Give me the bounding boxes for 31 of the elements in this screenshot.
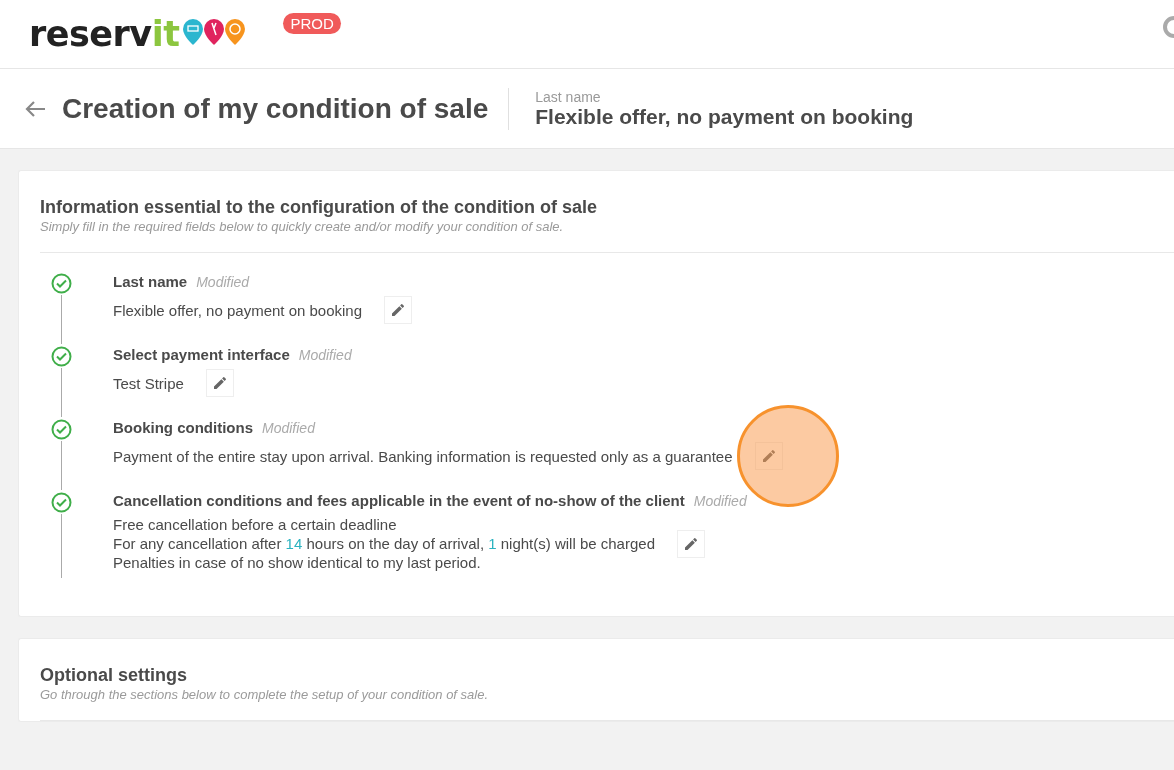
step-value: For any cancellation after 14 hours on the day of arrival, 1 night(s) will be charged: [113, 534, 655, 553]
step-value: Payment of the entire stay upon arrival. Banking information is requested only as a guarantee: [113, 446, 733, 466]
environment-badge: PROD: [283, 12, 341, 34]
edit-button[interactable]: [384, 296, 413, 324]
field-label: Last name: [535, 88, 602, 105]
edit-button[interactable]: [677, 529, 705, 558]
step-label: Cancellation conditions and fees applicable in the event of no-show of the client: [113, 492, 685, 509]
pencil-icon: [760, 448, 777, 464]
step-value: Free cancellation before a certain deadline: [113, 515, 398, 534]
pencil-icon: [211, 375, 228, 391]
step-label: Last name: [113, 273, 188, 290]
step-status: Modified: [693, 493, 747, 509]
logo: reservit: [29, 14, 180, 54]
step-value: Penalties in case of no show identical to my last period.: [113, 553, 482, 572]
back-arrow-icon[interactable]: [24, 99, 46, 118]
step-value: Flexible offer, no payment on booking: [113, 300, 363, 320]
section-subtitle: Go through the sections below to complete the setup of your condition of sale.: [40, 687, 490, 702]
pencil-icon: [390, 302, 407, 318]
pencil-icon: [683, 535, 699, 552]
page-title: Creation of my condition of sale: [62, 92, 489, 125]
step-label: Select payment interface: [113, 346, 290, 363]
step-value: Test Stripe: [113, 373, 184, 393]
step-status: Modified: [262, 420, 315, 436]
step-label: Booking conditions: [113, 419, 253, 436]
section-title: Optional settings: [40, 665, 188, 686]
edit-button[interactable]: [205, 369, 234, 397]
section-subtitle: Simply fill in the required fields below to quickly create and/or modify your condition of sale.: [40, 219, 565, 234]
step-status: Modified: [298, 347, 352, 363]
step-status: Modified: [196, 274, 250, 290]
field-value: Flexible offer, no payment on booking: [535, 104, 914, 129]
section-title: Information essential to the configuration of the condition of sale: [40, 197, 598, 218]
